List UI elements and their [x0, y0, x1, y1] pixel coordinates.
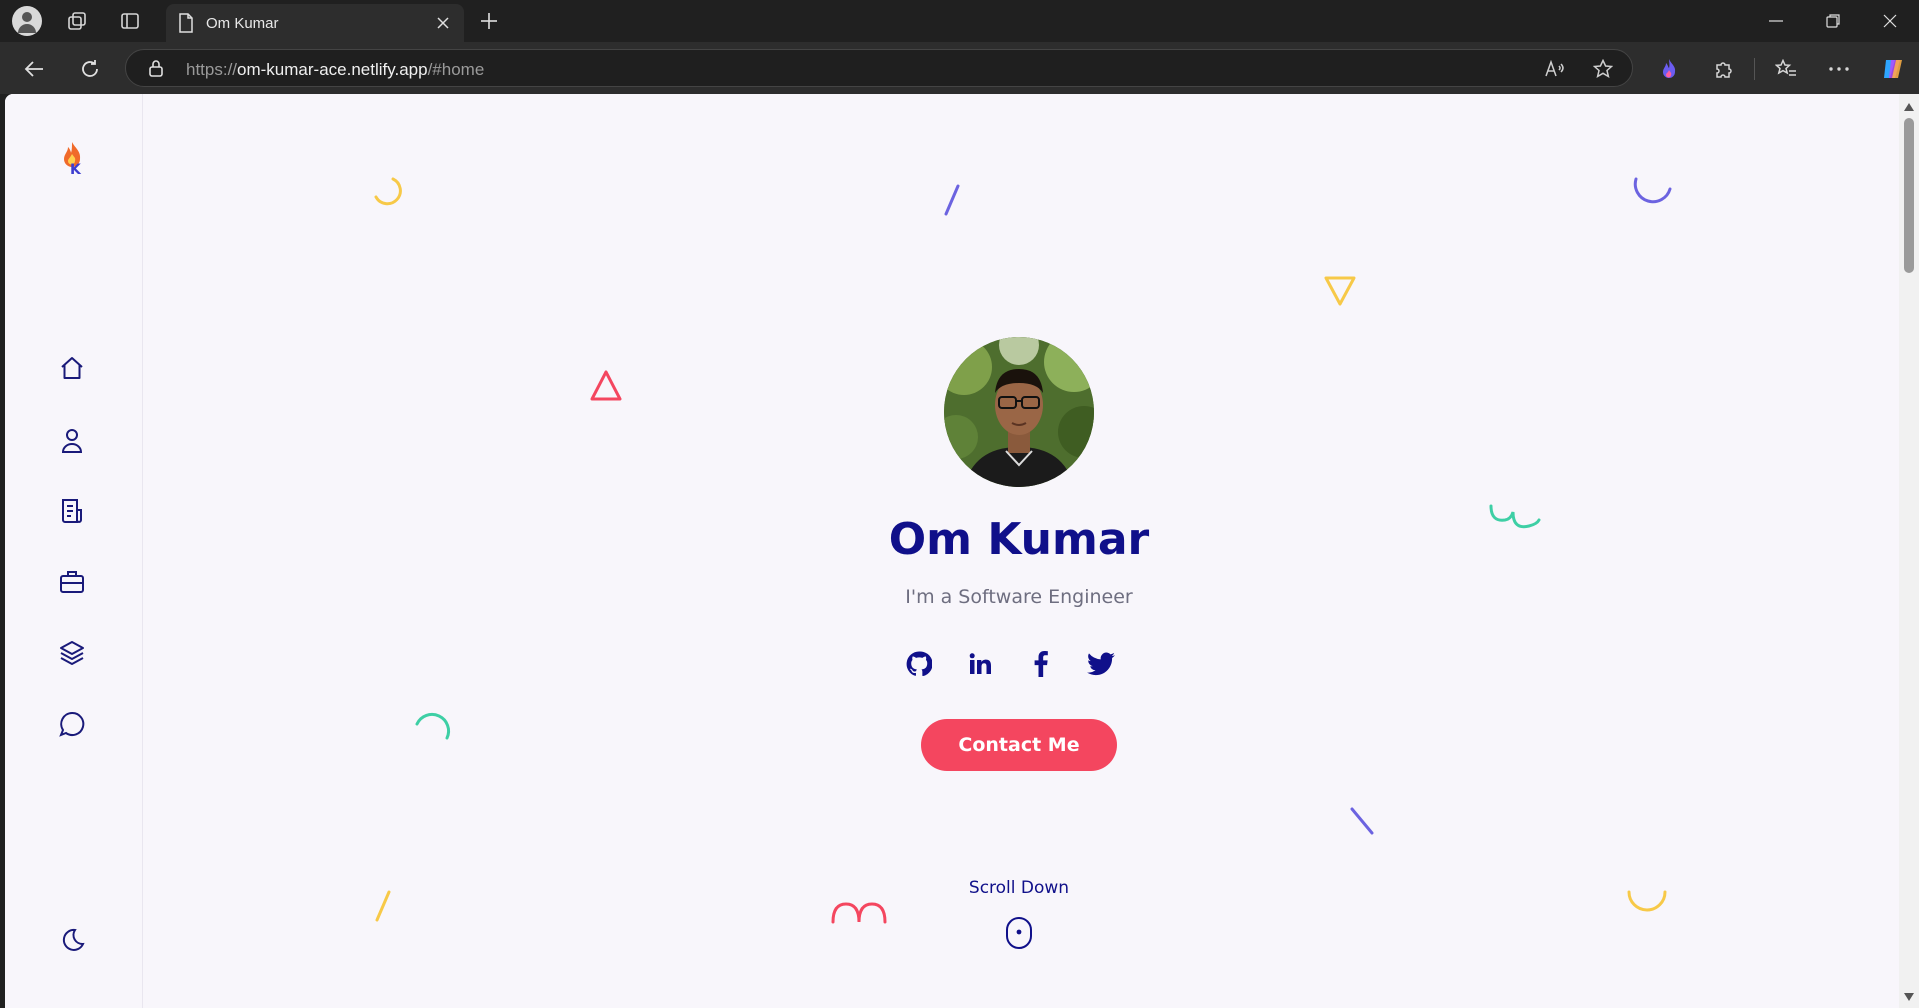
profile-photo [944, 337, 1094, 487]
favorite-star-icon[interactable] [1592, 58, 1614, 80]
chat-icon [59, 711, 85, 737]
decorative-arc-purple [1633, 177, 1672, 204]
back-arrow-icon[interactable] [20, 55, 48, 83]
decorative-line-purple [944, 184, 960, 216]
read-aloud-icon[interactable] [1544, 58, 1566, 80]
decorative-triangle-red [590, 370, 622, 401]
scrollbar-thumb[interactable] [1904, 118, 1914, 273]
decorative-waves-red [831, 902, 887, 924]
more-menu-icon[interactable] [1825, 55, 1853, 83]
minimize-icon[interactable] [1756, 6, 1796, 36]
moon-icon [62, 928, 85, 951]
theme-toggle-button[interactable] [55, 923, 89, 957]
page-icon [178, 13, 194, 37]
hero-subtitle: I'm a Software Engineer [905, 586, 1133, 608]
copilot-icon[interactable] [1879, 55, 1907, 83]
document-icon [62, 499, 82, 523]
page-scrollbar[interactable] [1899, 94, 1919, 1008]
hero-name: Om Kumar [888, 514, 1150, 565]
mouse-scroll-icon[interactable] [1005, 916, 1033, 950]
home-section: Om Kumar I'm a Software Engineer Contact… [143, 94, 1899, 1008]
decorative-squiggle-teal [1489, 504, 1541, 529]
profile-avatar-icon[interactable] [12, 6, 42, 36]
extension-flame-icon[interactable] [1655, 55, 1683, 83]
sidebar-nav: K [5, 94, 143, 1008]
decorative-arc-yellow-2 [1627, 890, 1667, 912]
close-tab-icon[interactable] [432, 12, 454, 34]
workspaces-icon[interactable] [64, 8, 90, 34]
restore-icon[interactable] [1813, 6, 1853, 36]
url-host: om-kumar-ace.netlify.app [237, 60, 428, 79]
site-logo-icon[interactable]: K [57, 138, 87, 178]
sidebar-item-about[interactable] [55, 423, 89, 457]
tab-actions-icon[interactable] [117, 8, 143, 34]
svg-text:K: K [70, 162, 82, 178]
extensions-puzzle-icon[interactable] [1710, 55, 1738, 83]
sidebar-item-resume[interactable] [55, 494, 89, 528]
decorative-arc-yellow [374, 177, 402, 206]
lock-icon[interactable] [148, 59, 164, 82]
url-path: /#home [427, 60, 485, 79]
twitter-icon[interactable] [1085, 648, 1117, 680]
scroll-up-arrow-icon[interactable] [1903, 102, 1915, 112]
facebook-icon[interactable] [1025, 648, 1057, 680]
decorative-line-yellow [375, 890, 391, 922]
scroll-down-label[interactable]: Scroll Down [919, 878, 1119, 898]
scroll-down-arrow-icon[interactable] [1903, 992, 1915, 1002]
sidebar-item-portfolio[interactable] [55, 565, 89, 599]
home-icon [61, 357, 83, 379]
github-icon[interactable] [903, 648, 935, 680]
sidebar-item-contact[interactable] [55, 707, 89, 741]
browser-toolbar: https://om-kumar-ace.netlify.app/#home [0, 42, 1919, 94]
decorative-line-purple-2 [1350, 807, 1374, 835]
contact-me-button[interactable]: Contact Me [921, 719, 1117, 771]
close-window-icon[interactable] [1870, 6, 1910, 36]
briefcase-icon [60, 571, 84, 593]
browser-tab-bar: Om Kumar [0, 0, 1919, 42]
tab-title: Om Kumar [206, 15, 279, 32]
decorative-arc-teal [415, 712, 451, 740]
linkedin-icon[interactable] [964, 648, 996, 680]
url-scheme: https:// [186, 60, 238, 79]
favorites-list-icon[interactable] [1772, 55, 1800, 83]
layers-icon [60, 641, 84, 665]
address-bar[interactable]: https://om-kumar-ace.netlify.app/#home [125, 49, 1633, 87]
refresh-icon[interactable] [76, 55, 104, 83]
user-icon [61, 429, 83, 453]
sidebar-item-home[interactable] [55, 351, 89, 385]
url-text[interactable]: https://om-kumar-ace.netlify.app/#home [186, 60, 484, 80]
toolbar-separator [1754, 58, 1755, 80]
decorative-triangle-yellow [1324, 276, 1356, 306]
sidebar-item-services[interactable] [55, 636, 89, 670]
active-tab[interactable]: Om Kumar [166, 4, 464, 42]
page-viewport: K Om Kumar I'm a Software Engineer Conta… [5, 94, 1919, 1008]
new-tab-icon[interactable] [476, 8, 502, 34]
